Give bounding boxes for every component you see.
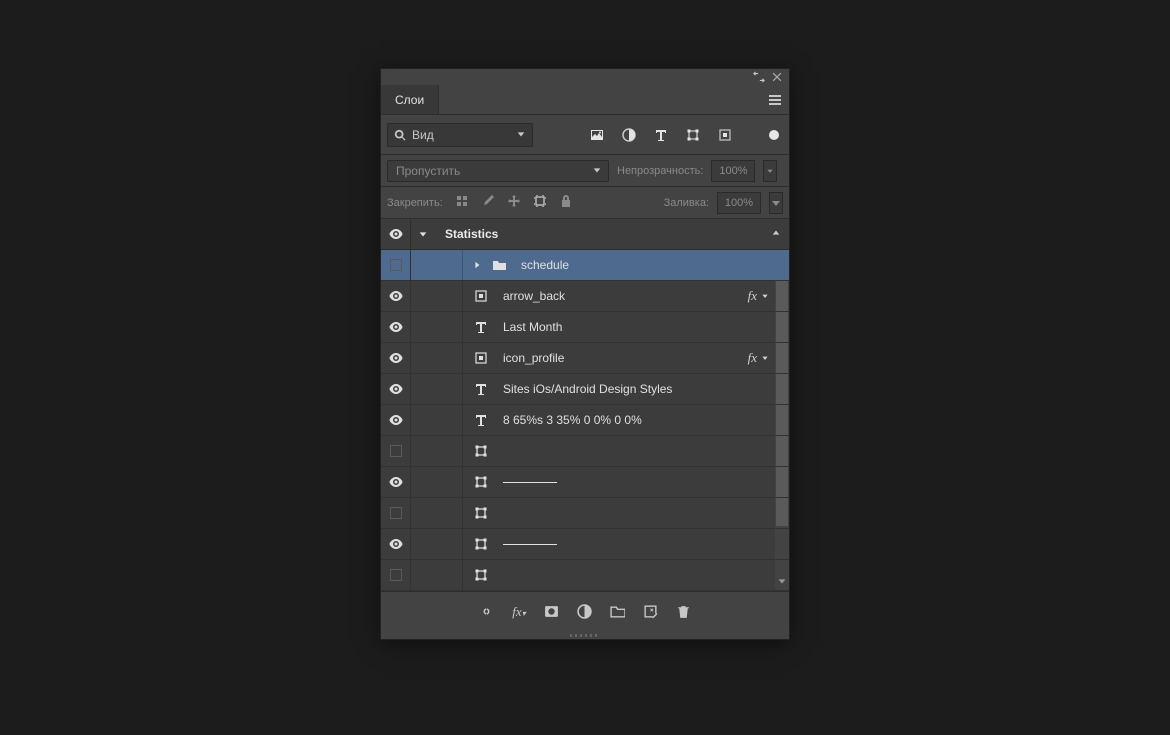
shape-thumbnail bbox=[503, 482, 557, 483]
opacity-label: Непрозрачность: bbox=[617, 165, 703, 177]
filter-shape-icon[interactable] bbox=[685, 127, 701, 143]
chevron-down-icon bbox=[592, 164, 602, 178]
text-icon bbox=[473, 320, 489, 334]
layer-row[interactable] bbox=[381, 560, 789, 591]
tab-layers[interactable]: Слои bbox=[381, 85, 439, 114]
filter-kind-label: Вид bbox=[412, 128, 434, 142]
shape-icon bbox=[473, 475, 489, 489]
shape-icon bbox=[473, 568, 489, 582]
lock-artboard-icon[interactable] bbox=[533, 194, 547, 211]
layer-row[interactable]: 8 65%s 3 35% 0 0% 0 0% bbox=[381, 405, 789, 436]
search-icon bbox=[394, 129, 406, 141]
adjustment-layer-icon[interactable] bbox=[577, 604, 592, 619]
panel-tabs: Слои bbox=[381, 85, 789, 115]
blend-mode-dropdown[interactable]: Пропустить bbox=[387, 160, 609, 182]
resize-handle[interactable] bbox=[381, 631, 789, 639]
filter-adjust-icon[interactable] bbox=[621, 127, 637, 143]
visibility-toggle[interactable] bbox=[381, 405, 411, 435]
layer-fx-badge[interactable]: fx bbox=[748, 350, 769, 366]
filter-kind-dropdown[interactable]: Вид bbox=[387, 123, 533, 147]
folder-icon bbox=[491, 258, 507, 272]
shape-icon bbox=[473, 506, 489, 520]
layer-row[interactable]: schedule bbox=[381, 250, 789, 281]
text-icon bbox=[473, 382, 489, 396]
new-group-icon[interactable] bbox=[610, 604, 625, 619]
filter-smart-icon[interactable] bbox=[717, 127, 733, 143]
lock-position-icon[interactable] bbox=[507, 194, 521, 211]
fill-label: Заливка: bbox=[664, 197, 709, 209]
layer-name: schedule bbox=[521, 258, 569, 272]
layer-style-icon[interactable]: fx▾ bbox=[512, 604, 525, 620]
blend-mode-value: Пропустить bbox=[396, 164, 460, 178]
shape-thumbnail bbox=[503, 544, 557, 545]
layer-mask-icon[interactable] bbox=[544, 604, 559, 619]
fill-stepper[interactable] bbox=[769, 192, 783, 214]
lock-label: Закрепить: bbox=[387, 197, 443, 209]
smart-icon bbox=[473, 289, 489, 303]
group-expand-icon[interactable] bbox=[411, 229, 435, 239]
opacity-input[interactable]: 100% bbox=[711, 160, 755, 182]
layer-row[interactable] bbox=[381, 436, 789, 467]
shape-icon bbox=[473, 537, 489, 551]
fill-input[interactable]: 100% bbox=[717, 192, 761, 214]
group-name: Statistics bbox=[445, 227, 498, 241]
link-layers-icon[interactable] bbox=[479, 604, 494, 619]
layer-name: Last Month bbox=[503, 320, 562, 334]
collapse-panel-icon[interactable] bbox=[753, 71, 765, 83]
chevron-right-icon[interactable] bbox=[473, 258, 481, 272]
layer-row[interactable]: icon_profile fx bbox=[381, 343, 789, 374]
layer-name: Sites iOs/Android Design Styles bbox=[503, 382, 672, 396]
layer-row[interactable]: Sites iOs/Android Design Styles bbox=[381, 374, 789, 405]
filter-text-icon[interactable] bbox=[653, 127, 669, 143]
bottom-toolbar: fx▾ bbox=[381, 591, 789, 631]
close-panel-icon[interactable] bbox=[771, 71, 783, 83]
layers-list: schedulearrow_backfxLast Monthicon_profi… bbox=[381, 250, 789, 591]
visibility-toggle[interactable] bbox=[381, 529, 411, 559]
visibility-toggle[interactable] bbox=[381, 560, 411, 590]
layer-name: 8 65%s 3 35% 0 0% 0 0% bbox=[503, 413, 642, 427]
visibility-toggle[interactable] bbox=[381, 467, 411, 497]
layer-row[interactable]: Last Month bbox=[381, 312, 789, 343]
chevron-down-icon bbox=[516, 128, 526, 142]
filter-toggle[interactable] bbox=[769, 130, 779, 140]
lock-pixels-icon[interactable] bbox=[455, 194, 469, 211]
layer-row[interactable] bbox=[381, 498, 789, 529]
visibility-toggle[interactable] bbox=[381, 219, 411, 249]
layer-row[interactable] bbox=[381, 529, 789, 560]
visibility-toggle[interactable] bbox=[381, 281, 411, 311]
layers-panel: Слои Вид Пропустить Непрозрачность: 100%… bbox=[380, 68, 790, 640]
visibility-toggle[interactable] bbox=[381, 374, 411, 404]
delete-layer-icon[interactable] bbox=[676, 604, 691, 619]
opacity-stepper[interactable] bbox=[763, 160, 777, 182]
layer-name: icon_profile bbox=[503, 351, 564, 365]
layer-fx-badge[interactable]: fx bbox=[748, 288, 769, 304]
filter-row: Вид bbox=[381, 115, 789, 155]
shape-icon bbox=[473, 444, 489, 458]
visibility-toggle[interactable] bbox=[381, 498, 411, 528]
lock-all-icon[interactable] bbox=[559, 194, 573, 211]
layer-group-header[interactable]: Statistics bbox=[381, 219, 789, 250]
panel-titlebar bbox=[381, 69, 789, 85]
group-collapse-icon[interactable] bbox=[771, 227, 781, 241]
visibility-toggle[interactable] bbox=[381, 343, 411, 373]
layer-row[interactable]: arrow_back fx bbox=[381, 281, 789, 312]
lock-brush-icon[interactable] bbox=[481, 194, 495, 211]
visibility-toggle[interactable] bbox=[381, 250, 411, 280]
smart-icon bbox=[473, 351, 489, 365]
visibility-toggle[interactable] bbox=[381, 436, 411, 466]
layer-row[interactable] bbox=[381, 467, 789, 498]
filter-pixel-icon[interactable] bbox=[589, 127, 605, 143]
visibility-toggle[interactable] bbox=[381, 312, 411, 342]
new-layer-icon[interactable] bbox=[643, 604, 658, 619]
panel-menu-icon[interactable] bbox=[761, 85, 789, 114]
blend-row: Пропустить Непрозрачность: 100% bbox=[381, 155, 789, 187]
text-icon bbox=[473, 413, 489, 427]
layer-name: arrow_back bbox=[503, 289, 565, 303]
lock-row: Закрепить: Заливка: 100% bbox=[381, 187, 789, 219]
